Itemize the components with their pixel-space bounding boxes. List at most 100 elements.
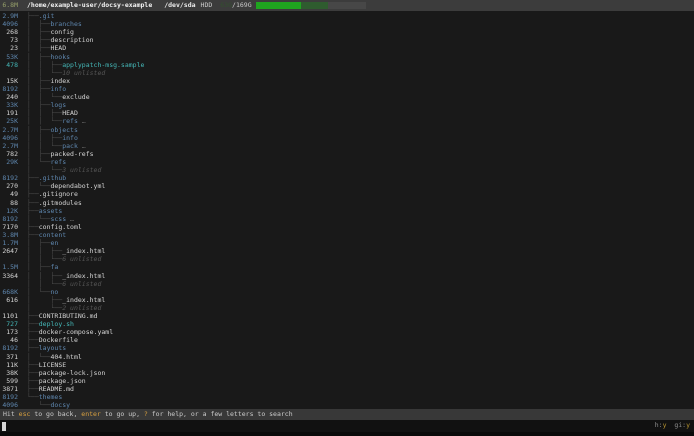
tree-row-unlisted: │ │ └──10 unlisted <box>0 69 694 77</box>
tree-row[interactable]: 616│ ├──_index.html <box>0 296 694 304</box>
entry-name[interactable]: Dockerfile <box>39 336 78 344</box>
entry-name: 2 unlisted <box>62 304 101 312</box>
entry-name[interactable]: refs <box>62 117 78 125</box>
entry-name[interactable]: package-lock.json <box>39 369 106 377</box>
tree-row[interactable]: 268│ ├──config <box>0 28 694 36</box>
entry-name[interactable]: fa <box>50 263 58 271</box>
tree-row[interactable]: 3.8M├──content <box>0 231 694 239</box>
entry-name[interactable]: dependabot.yml <box>50 182 105 190</box>
entry-name[interactable]: en <box>50 239 58 247</box>
terminal-bottom-padding <box>0 432 694 436</box>
entry-name[interactable]: description <box>50 36 93 44</box>
entry-name[interactable]: no <box>50 288 58 296</box>
file-tree: 2.9M├──.git4096│ ├──branches268│ ├──conf… <box>0 11 694 409</box>
tree-row[interactable]: 73│ ├──description <box>0 36 694 44</box>
root-path[interactable]: /home/example-user/docsy-example <box>27 1 152 9</box>
tree-row[interactable]: 8192│ └──scss … <box>0 215 694 223</box>
entry-name[interactable]: applypatch-msg.sample <box>62 61 144 69</box>
tree-row[interactable]: 1.5M│ ├──fa <box>0 263 694 271</box>
entry-name[interactable]: .git <box>39 12 55 20</box>
entry-name[interactable]: exclude <box>62 93 89 101</box>
entry-name[interactable]: refs <box>50 158 66 166</box>
entry-size: 15K <box>0 77 18 85</box>
tree-row[interactable]: 8192└──themes <box>0 393 694 401</box>
tree-row[interactable]: 88├──.gitmodules <box>0 199 694 207</box>
tree-row[interactable]: 3364│ │ ├──_index.html <box>0 272 694 280</box>
tree-branch-lines: ├── <box>27 377 39 385</box>
entry-size: 3364 <box>0 272 18 280</box>
tree-row[interactable]: 371│ └──404.html <box>0 353 694 361</box>
tree-row[interactable]: 8192├──.github <box>0 174 694 182</box>
entry-name[interactable]: pack <box>62 142 78 150</box>
entry-name[interactable]: .gitignore <box>39 190 78 198</box>
entry-size: 191 <box>0 109 18 117</box>
tree-row[interactable]: 33K│ ├──logs <box>0 101 694 109</box>
tree-branch-lines: │ ├── <box>27 239 50 247</box>
entry-name[interactable]: .gitmodules <box>39 199 82 207</box>
tree-row[interactable]: 4096│ │ ├──info <box>0 134 694 142</box>
entry-name[interactable]: info <box>50 85 66 93</box>
entry-name[interactable]: docker-compose.yaml <box>39 328 113 336</box>
tree-row[interactable]: 2.7M│ ├──objects <box>0 126 694 134</box>
tree-row[interactable]: 23│ ├──HEAD <box>0 44 694 52</box>
entry-name[interactable]: branches <box>50 20 81 28</box>
tree-row[interactable]: 270│ └──dependabot.yml <box>0 182 694 190</box>
entry-name[interactable]: config <box>50 28 73 36</box>
entry-name[interactable]: layouts <box>39 344 66 352</box>
entry-name[interactable]: 404.html <box>50 353 81 361</box>
search-input-line[interactable]: h:y gi:y <box>0 420 694 432</box>
tree-row[interactable]: 599├──package.json <box>0 377 694 385</box>
entry-name[interactable]: HEAD <box>50 44 66 52</box>
tree-row[interactable]: 2.9M├──.git <box>0 12 694 20</box>
tree-row[interactable]: 4096 └──docsy <box>0 401 694 409</box>
tree-row[interactable]: 12K├──assets <box>0 207 694 215</box>
tree-row[interactable]: 173├──docker-compose.yaml <box>0 328 694 336</box>
tree-row[interactable]: 46├──Dockerfile <box>0 336 694 344</box>
entry-name[interactable]: content <box>39 231 66 239</box>
entry-name[interactable]: README.md <box>39 385 74 393</box>
entry-name[interactable]: _index.html <box>62 247 105 255</box>
entry-name[interactable]: config.toml <box>39 223 82 231</box>
header-row[interactable]: 6.8M /home/example-user/docsy-example /d… <box>0 0 694 11</box>
tree-row[interactable]: 49├──.gitignore <box>0 190 694 198</box>
entry-name[interactable]: hooks <box>50 53 70 61</box>
tree-row[interactable]: 4096│ ├──branches <box>0 20 694 28</box>
tree-row[interactable]: 2.7M│ │ └──pack … <box>0 142 694 150</box>
entry-name[interactable]: packed-refs <box>50 150 93 158</box>
tree-row[interactable]: 25K│ │ └──refs … <box>0 117 694 125</box>
entry-name[interactable]: _index.html <box>62 296 105 304</box>
tree-row[interactable]: 11K├──LICENSE <box>0 361 694 369</box>
entry-name[interactable]: package.json <box>39 377 86 385</box>
tree-row[interactable]: 668K│ └──no <box>0 288 694 296</box>
entry-name[interactable]: docsy <box>50 401 70 409</box>
entry-name[interactable]: scss <box>50 215 66 223</box>
tree-row[interactable]: 1101├──CONTRIBUTING.md <box>0 312 694 320</box>
tree-row[interactable]: 8192├──layouts <box>0 344 694 352</box>
entry-name[interactable]: CONTRIBUTING.md <box>39 312 98 320</box>
entry-name[interactable]: assets <box>39 207 62 215</box>
tree-row[interactable]: 1.7M│ ├──en <box>0 239 694 247</box>
entry-name[interactable]: info <box>62 134 78 142</box>
tree-row[interactable]: 782│ ├──packed-refs <box>0 150 694 158</box>
tree-row[interactable]: 29K│ └──refs <box>0 158 694 166</box>
tree-row[interactable]: 478│ │ ├──applypatch-msg.sample <box>0 61 694 69</box>
tree-row[interactable]: 15K│ ├──index <box>0 77 694 85</box>
tree-row[interactable]: 240│ │ └──exclude <box>0 93 694 101</box>
tree-row[interactable]: 8192│ ├──info <box>0 85 694 93</box>
entry-name[interactable]: deploy.sh <box>39 320 74 328</box>
tree-row[interactable]: 191│ │ ├──HEAD <box>0 109 694 117</box>
entry-name[interactable]: objects <box>50 126 77 134</box>
tree-row[interactable]: 38K├──package-lock.json <box>0 369 694 377</box>
tree-row[interactable]: 727├──deploy.sh <box>0 320 694 328</box>
entry-name[interactable]: HEAD <box>62 109 78 117</box>
entry-size: 38K <box>0 369 18 377</box>
entry-name[interactable]: LICENSE <box>39 361 66 369</box>
entry-name[interactable]: _index.html <box>62 272 105 280</box>
tree-row[interactable]: 2647│ │ ├──_index.html <box>0 247 694 255</box>
entry-size: 270 <box>0 182 18 190</box>
truncated-ellipsis: … <box>78 142 86 150</box>
tree-row[interactable]: 3871├──README.md <box>0 385 694 393</box>
entry-name[interactable]: index <box>50 77 70 85</box>
tree-row[interactable]: 53K│ ├──hooks <box>0 53 694 61</box>
tree-row[interactable]: 7170├──config.toml <box>0 223 694 231</box>
